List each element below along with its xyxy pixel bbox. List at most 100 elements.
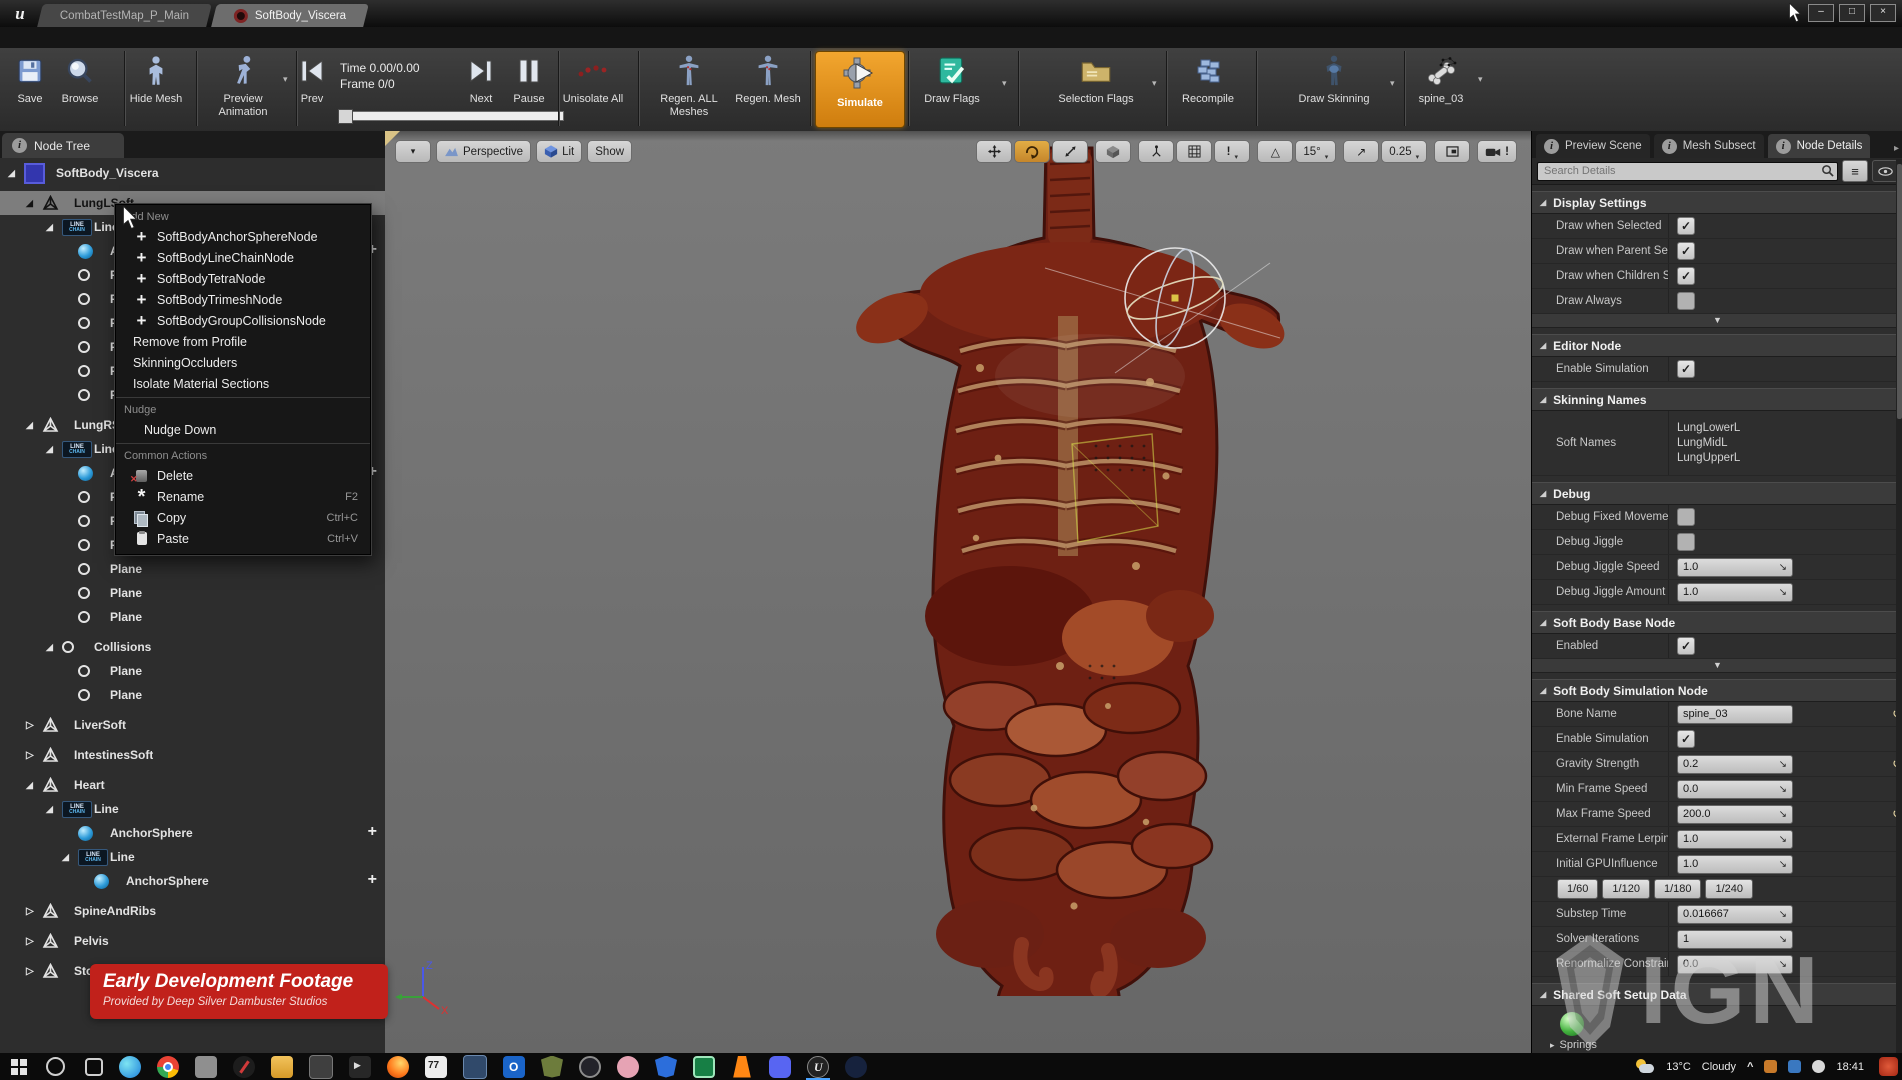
number-field[interactable]: 1.0 [1677, 830, 1793, 849]
tab-node-tree[interactable]: i Node Tree [2, 133, 124, 158]
regen-all-meshes-button[interactable]: Regen. ALL Meshes [648, 53, 730, 119]
add-child-node-button[interactable] [368, 871, 377, 889]
expander-icon[interactable] [46, 444, 62, 455]
tab-overflow-arrow[interactable]: ▸ [1894, 143, 1902, 158]
move-tool-button[interactable] [976, 140, 1012, 163]
context-menu-item[interactable]: SoftBodyTetraNode [116, 268, 370, 289]
section-header[interactable]: Soft Body Simulation Node [1532, 679, 1902, 702]
tree-row[interactable]: SoftBody_Viscera [0, 161, 385, 185]
preset-button[interactable]: 1/120 [1602, 879, 1650, 899]
taskbar-app-icon[interactable] [463, 1055, 487, 1079]
taskbar-app-icon[interactable] [387, 1056, 409, 1078]
tree-row[interactable]: LiverSoft [0, 713, 385, 737]
draw-skinning-button[interactable]: Draw Skinning [1284, 53, 1384, 106]
tree-row[interactable]: Line [0, 797, 385, 821]
simulate-button[interactable]: Simulate [815, 51, 905, 128]
expander-icon[interactable] [1550, 1040, 1555, 1051]
grid-snap-value-button[interactable]: ! [1214, 140, 1250, 163]
section-header[interactable]: Editor Node [1532, 334, 1902, 357]
weather-temp[interactable]: 13°C [1666, 1061, 1691, 1073]
hide-mesh-button[interactable]: Hide Mesh [116, 53, 196, 106]
tray-icon[interactable] [1788, 1060, 1801, 1073]
tree-row[interactable]: Plane [0, 683, 385, 707]
expander-icon[interactable] [26, 906, 42, 917]
taskbar-app-icon[interactable] [845, 1056, 867, 1078]
expander-icon[interactable] [26, 198, 42, 209]
next-frame-button[interactable]: Next [458, 53, 504, 106]
taskbar-app-icon[interactable] [693, 1056, 715, 1078]
expander-icon[interactable] [26, 966, 42, 977]
viewport-options-button[interactable]: ▾ [395, 140, 431, 163]
tree-row[interactable]: SpineAndRibs [0, 899, 385, 923]
3d-viewport[interactable]: ▾ Perspective Lit Show ! [385, 131, 1531, 1053]
tree-row[interactable]: Pelvis [0, 929, 385, 953]
taskbar-app-icon[interactable] [425, 1056, 447, 1078]
expander-icon[interactable] [26, 420, 42, 431]
context-menu-item[interactable]: Rename F2 [116, 486, 370, 507]
dropdown-caret-icon[interactable] [1390, 78, 1395, 89]
viscera-model[interactable] [850, 146, 1290, 996]
asset-tab[interactable]: CombatTestMap_P_Main [37, 4, 212, 27]
scale-snap-button[interactable]: ↗ [1343, 140, 1379, 163]
taskbar-app-icon[interactable] [349, 1056, 371, 1078]
context-menu-item[interactable]: SkinningOccluders [116, 352, 370, 373]
expander-icon[interactable] [26, 750, 42, 761]
checkbox[interactable] [1677, 242, 1695, 260]
dropdown-caret-icon[interactable] [1478, 74, 1483, 85]
display-filter-button[interactable]: ≡ [1842, 160, 1868, 182]
taskbar-app-icon[interactable] [8, 1056, 30, 1078]
taskbar-app-icon[interactable] [541, 1056, 563, 1078]
taskbar-app-icon[interactable] [157, 1056, 179, 1078]
section-header[interactable]: Debug [1532, 482, 1902, 505]
rotation-snap-value-button[interactable]: 15° [1295, 140, 1336, 163]
tree-row[interactable]: Heart [0, 773, 385, 797]
browse-button[interactable]: Browse [50, 53, 110, 106]
maximize-viewport-button[interactable] [1434, 140, 1470, 163]
expander-icon[interactable] [26, 780, 42, 791]
number-field[interactable]: 1.0 [1677, 855, 1793, 874]
text-field[interactable]: spine_03 [1677, 705, 1793, 724]
preset-button[interactable]: 1/60 [1557, 879, 1598, 899]
taskbar-app-icon[interactable] [807, 1056, 829, 1078]
regen-mesh-button[interactable]: Regen. Mesh [730, 53, 806, 106]
taskbar-app-icon[interactable] [309, 1055, 333, 1079]
asset-tab[interactable]: SoftBody_Viscera [211, 4, 369, 27]
expander-icon[interactable] [8, 168, 24, 179]
unisolate-all-button[interactable]: Unisolate All [556, 53, 630, 106]
dropdown-caret-icon[interactable] [1152, 78, 1157, 89]
number-field[interactable]: 0.2 [1677, 755, 1793, 774]
scrollbar[interactable] [1896, 159, 1902, 1053]
expander-icon[interactable] [62, 852, 78, 863]
checkbox[interactable] [1677, 730, 1695, 748]
context-menu-item[interactable]: SoftBodyGroupCollisionsNode [116, 310, 370, 331]
checkbox[interactable] [1677, 533, 1695, 551]
search-details-input[interactable] [1537, 162, 1838, 181]
tree-row[interactable]: Plane [0, 581, 385, 605]
section-header[interactable]: Display Settings [1532, 191, 1902, 214]
save-button[interactable]: Save [5, 53, 55, 106]
weather-condition[interactable]: Cloudy [1702, 1061, 1736, 1073]
tab-mesh-subsections[interactable]: iMesh Subsect [1654, 134, 1764, 158]
context-menu-item[interactable]: Paste Ctrl+V [116, 528, 370, 549]
expander-icon[interactable] [26, 720, 42, 731]
taskbar-app-icon[interactable] [46, 1057, 65, 1076]
number-field[interactable]: 0.0 [1677, 780, 1793, 799]
preview-animation-button[interactable]: Preview Animation [202, 53, 284, 119]
taskbar-app-icon[interactable] [579, 1056, 601, 1078]
perspective-button[interactable]: Perspective [436, 140, 531, 163]
tray-expand-caret[interactable]: ^ [1747, 1061, 1753, 1073]
section-header[interactable]: Skinning Names [1532, 388, 1902, 411]
number-field[interactable]: 1.0 [1677, 558, 1793, 577]
minimize-button[interactable]: – [1808, 4, 1834, 22]
expander-icon[interactable] [46, 642, 62, 653]
bone-selector-button[interactable]: spine_03 [1400, 53, 1482, 106]
camera-speed-button[interactable]: ! [1477, 140, 1517, 163]
section-header[interactable]: Shared Soft Setup Data [1532, 983, 1902, 1006]
surface-snap-button[interactable] [1138, 140, 1174, 163]
grid-snap-button[interactable] [1176, 140, 1212, 163]
tab-preview-scene[interactable]: iPreview Scene [1536, 134, 1650, 158]
draw-flags-button[interactable]: Draw Flags [912, 53, 992, 106]
taskbar-app-icon[interactable] [233, 1056, 255, 1078]
context-menu-item[interactable]: SoftBodyAnchorSphereNode [116, 226, 370, 247]
number-field[interactable]: 0.0 [1677, 955, 1793, 974]
